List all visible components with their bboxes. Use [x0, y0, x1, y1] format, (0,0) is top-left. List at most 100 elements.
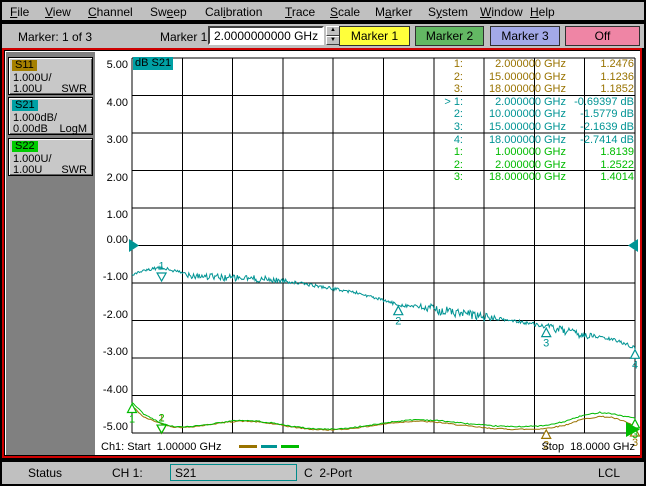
- menu-item-channel[interactable]: Channel: [88, 5, 133, 19]
- trace-format: SWR: [61, 164, 87, 176]
- marker-s21-1[interactable]: 1: [156, 261, 168, 283]
- marker-s22-2[interactable]: 2: [156, 413, 168, 435]
- marker-value: 1.8139: [600, 146, 634, 159]
- lcl-indicator: LCL: [598, 466, 621, 480]
- marker-frequency: 1.000000 GHz: [495, 146, 566, 159]
- svg-text:1: 1: [129, 413, 135, 425]
- marker-value: -0.69397 dB: [574, 95, 634, 108]
- marker-readout-row: 2: 15.000000 GHz 1.1236: [381, 71, 634, 84]
- reference-level-arrow-right: [628, 239, 638, 252]
- legend-dash-s21: [261, 445, 277, 448]
- marker-value: 1.4014: [600, 171, 634, 184]
- y-axis-tick-label: -2.00: [102, 308, 128, 321]
- y-axis-tick-label: -1.00: [102, 271, 128, 283]
- legend-dash-s11: [239, 445, 257, 448]
- marker-value: -1.5779 dB: [580, 108, 634, 121]
- marker-readout-row: 3: 15.000000 GHz -2.1639 dB: [381, 121, 634, 134]
- marker-value: 1.1852: [600, 83, 634, 96]
- marker-frequency: 2.000000 GHz: [495, 95, 566, 108]
- menu-item-system[interactable]: System: [428, 5, 468, 19]
- menu-item-trace[interactable]: Trace: [285, 5, 315, 19]
- trace-name-chip: S22: [12, 141, 38, 152]
- marker-number: > 1:: [444, 95, 463, 108]
- marker-frequency: 2.000000 GHz: [495, 158, 566, 171]
- menu-item-sweep[interactable]: Sweep: [150, 5, 187, 19]
- menu-item-view[interactable]: View: [45, 5, 71, 19]
- marker-readout-row: > 1: 2.000000 GHz -0.69397 dB: [381, 96, 634, 109]
- marker-readout-row: 3: 18.000000 GHz 1.4014: [381, 171, 634, 184]
- trace-status-s22[interactable]: S22 1.000U/1.00U SWR: [8, 138, 93, 176]
- marker-value: 1.1236: [600, 70, 634, 83]
- marker-frequency: 18.000000 GHz: [488, 83, 566, 96]
- marker-field-label: Marker 1: [160, 30, 208, 44]
- toolbar-button-marker-3[interactable]: Marker 3: [490, 26, 560, 46]
- marker-readout-row: 4: 18.000000 GHz -2.7414 dB: [381, 134, 634, 147]
- trace-name-chip: S21: [12, 100, 38, 111]
- marker-number: 2:: [453, 70, 463, 83]
- marker-frequency: 10.000000 GHz: [488, 108, 566, 121]
- y-axis-tick-label: 1.00: [106, 209, 128, 221]
- marker-s21-4[interactable]: 4: [629, 348, 640, 372]
- trace-reference: 1.00U: [13, 164, 43, 176]
- marker-frequency: 15.000000 GHz: [488, 70, 566, 83]
- marker-readout-label: Marker: 1 of 3: [18, 30, 93, 44]
- menu-item-window[interactable]: Window: [480, 5, 523, 19]
- trace-format: SWR: [61, 83, 87, 95]
- svg-text:1: 1: [159, 261, 165, 273]
- marker-s22-1[interactable]: 1: [126, 402, 138, 426]
- marker-toolbar: Marker: 1 of 3 Marker 1 ▲ ▼ Marker 1Mark…: [2, 24, 644, 48]
- marker-frequency-input[interactable]: [208, 26, 324, 45]
- trace-format: LogM: [59, 123, 87, 135]
- stepper-down-button[interactable]: ▼: [326, 35, 340, 45]
- marker-number: 3:: [453, 171, 463, 184]
- marker-value: 1.2522: [600, 158, 634, 171]
- toolbar-button-marker-1[interactable]: Marker 1: [339, 26, 410, 46]
- stepper-up-button[interactable]: ▲: [326, 26, 340, 36]
- marker-value: -2.7414 dB: [580, 133, 634, 146]
- reference-level-arrow-left: [129, 239, 139, 252]
- toolbar-button-marker-2[interactable]: Marker 2: [415, 26, 484, 46]
- plot-panel: 1231231234 dB S21 1: 2.000000 GHz 1.2476 2:…: [95, 51, 640, 455]
- y-axis-tick-label: 2.00: [106, 171, 128, 184]
- trace-name-chip: S11: [12, 60, 37, 71]
- svg-text:4: 4: [632, 359, 638, 371]
- active-trace-indicator: S21: [170, 464, 297, 481]
- trace-status-s21[interactable]: S21 1.000dB/0.00dB LogM: [8, 97, 93, 135]
- svg-text:2: 2: [159, 413, 165, 425]
- y-axis-tick-label: 3.00: [106, 134, 128, 146]
- marker-readout-table: 1: 2.000000 GHz 1.2476 2: 15.000000 GHz 1.123…: [381, 58, 634, 184]
- toolbar-button-off[interactable]: Off: [565, 26, 640, 46]
- trace-reference: 1.00U: [13, 83, 43, 95]
- menu-item-file[interactable]: File: [10, 5, 29, 19]
- marker-frequency: 18.000000 GHz: [488, 133, 566, 146]
- marker-number: 3:: [453, 120, 463, 133]
- menu-item-marker[interactable]: Marker: [375, 5, 412, 19]
- marker-readout-row: 1: 2.000000 GHz 1.2476: [381, 58, 634, 71]
- marker-number: 2:: [453, 108, 463, 121]
- calibration-status: C 2-Port: [304, 466, 353, 480]
- y-axis-tick-label: -3.00: [102, 346, 128, 358]
- marker-frequency: 2.000000 GHz: [495, 58, 566, 70]
- y-axis-tick-label: -4.00: [102, 383, 128, 396]
- menu-item-help[interactable]: Help: [530, 5, 555, 19]
- marker-readout-row: 2: 2.000000 GHz 1.2522: [381, 159, 634, 172]
- menu-bar: File View Channel Sweep Calibration Trace Scal…: [2, 2, 644, 22]
- marker-value: -2.1639 dB: [580, 120, 634, 133]
- trace-sidebar: S11 1.000U/1.00U SWR S21 1.000dB/0.00dB LogM S…: [5, 51, 95, 455]
- menu-item-scale[interactable]: Scale: [330, 5, 360, 19]
- marker-s21-3[interactable]: 3: [540, 326, 552, 350]
- menu-item-calibration[interactable]: Calibration: [205, 5, 262, 19]
- marker-frequency-stepper: ▲ ▼: [326, 26, 340, 45]
- trace-status-s11[interactable]: S11 1.000U/1.00U SWR: [8, 57, 93, 95]
- marker-number: 1:: [453, 58, 463, 70]
- marker-readout-row: 2: 10.000000 GHz -1.5779 dB: [381, 108, 634, 121]
- marker-readout-row: 1: 1.000000 GHz 1.8139: [381, 146, 634, 159]
- x-axis-start-label: Ch1: Start 1.00000 GHz: [101, 441, 222, 453]
- vna-application-window: File View Channel Sweep Calibration Trace Scal…: [0, 0, 646, 486]
- marker-frequency: 18.000000 GHz: [488, 171, 566, 184]
- marker-s21-2[interactable]: 2: [392, 304, 404, 328]
- status-label: Status: [28, 466, 63, 480]
- status-bar: Status CH 1: S21 C 2-Port LCL: [2, 462, 644, 484]
- y-axis-tick-label: -5.00: [102, 421, 128, 433]
- display-red-frame: S11 1.000U/1.00U SWR S21 1.000dB/0.00dB LogM S…: [2, 48, 642, 458]
